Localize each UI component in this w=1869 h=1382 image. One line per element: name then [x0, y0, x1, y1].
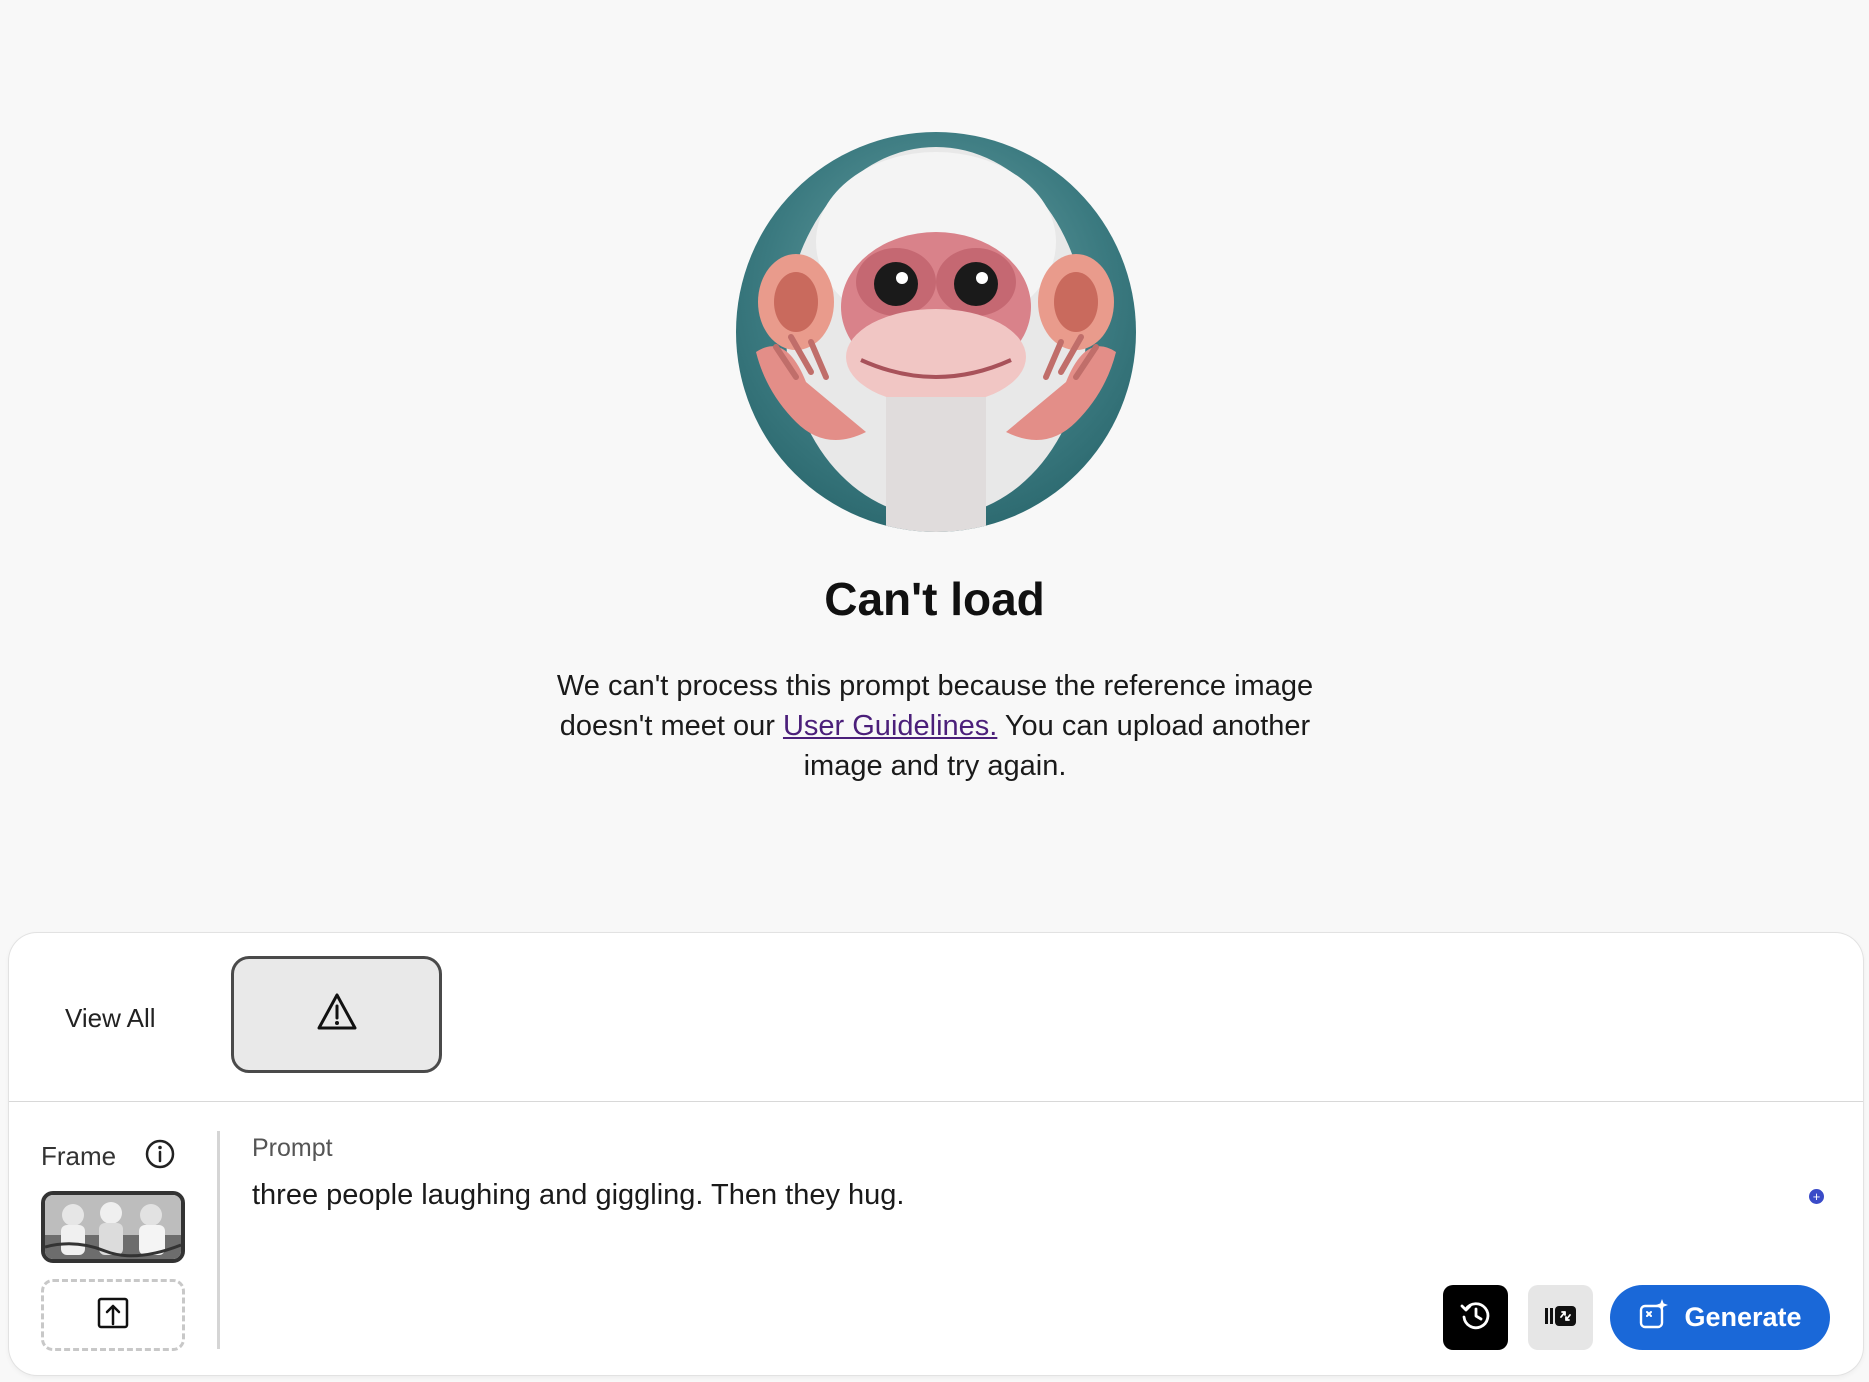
result-thumbnail-error[interactable] — [231, 956, 442, 1073]
history-button[interactable] — [1443, 1285, 1508, 1350]
video-settings-button[interactable] — [1528, 1285, 1593, 1350]
generate-label: Generate — [1684, 1302, 1802, 1332]
error-state: Can't load We can't process this prompt … — [0, 0, 1869, 930]
frame-prompt-divider — [217, 1131, 220, 1349]
frame-label: Frame — [41, 1141, 117, 1171]
prompt-panel: View All Frame Prompt three people laugh… — [9, 933, 1863, 1375]
warning-triangle-icon — [316, 992, 358, 1037]
prompt-input[interactable]: three people laughing and giggling. Then… — [252, 1179, 1772, 1249]
prompt-label: Prompt — [252, 1134, 333, 1162]
sparkle-generate-icon — [1638, 1298, 1670, 1337]
view-all-button[interactable]: View All — [65, 1003, 156, 1034]
error-title: Can't load — [824, 573, 1045, 625]
generate-button[interactable]: Generate — [1610, 1285, 1830, 1350]
upload-frame-button[interactable] — [41, 1279, 185, 1351]
user-guidelines-link[interactable]: User Guidelines. — [783, 710, 997, 742]
video-settings-icon — [1544, 1303, 1578, 1332]
panel-divider — [9, 1101, 1863, 1102]
history-icon — [1459, 1299, 1493, 1336]
monkey-illustration — [736, 132, 1136, 532]
upload-icon — [96, 1296, 130, 1335]
add-tag-icon[interactable]: + — [1809, 1189, 1824, 1204]
error-message: We can't process this prompt because the… — [540, 666, 1330, 786]
info-icon[interactable] — [145, 1139, 175, 1169]
frame-reference-thumbnail[interactable] — [41, 1191, 185, 1263]
